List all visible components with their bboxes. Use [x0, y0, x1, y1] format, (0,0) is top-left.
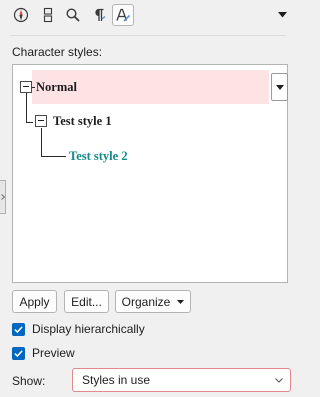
navigator-button[interactable] [10, 4, 32, 26]
display-hierarchically-checkbox[interactable] [12, 322, 25, 336]
show-label: Show: [12, 374, 46, 388]
sidebar-collapse-handle[interactable] [0, 180, 6, 214]
sidebar-toolbar [0, 0, 295, 32]
triangle-down-icon [275, 84, 284, 90]
preview-label: Preview [32, 346, 75, 360]
toolbar-divider [10, 35, 286, 36]
checkmark-icon [14, 325, 23, 333]
triangle-down-icon [277, 12, 287, 18]
styles-tree[interactable]: Normal Test style 1 Test style 2 [12, 64, 288, 283]
chevron-right-icon [0, 194, 5, 200]
tree-item-test-style-2[interactable]: Test style 2 [69, 149, 128, 164]
frame-styles-icon [43, 7, 53, 23]
tree-connector [41, 128, 42, 156]
section-label: Character styles: [12, 45, 103, 59]
apply-button[interactable]: Apply [12, 290, 57, 313]
show-filter-value: Styles in use [82, 373, 151, 387]
chevron-down-icon [275, 378, 283, 383]
paragraph-styles-icon [95, 8, 106, 21]
show-filter-select[interactable]: Styles in use [72, 368, 291, 392]
edit-button[interactable]: Edit... [64, 290, 109, 313]
tree-connector [41, 156, 66, 157]
collapse-toggle[interactable] [20, 81, 32, 93]
collapse-toggle[interactable] [35, 115, 47, 127]
tree-connector [32, 87, 35, 88]
organize-button[interactable]: Organize [115, 290, 191, 313]
character-styles-button[interactable] [112, 4, 134, 26]
checkmark-icon [14, 349, 23, 357]
frame-styles-button[interactable] [37, 4, 59, 26]
sidebar-menu-button[interactable] [275, 8, 289, 22]
style-actions-dropdown[interactable] [271, 73, 288, 101]
navigator-compass-icon [13, 7, 29, 23]
find-button[interactable] [62, 4, 84, 26]
tree-item-normal[interactable]: Normal [36, 80, 77, 95]
organize-button-label: Organize [121, 294, 171, 309]
character-styles-icon [116, 8, 131, 22]
tree-item-test-style-1[interactable]: Test style 1 [53, 114, 112, 129]
find-icon [66, 8, 80, 22]
triangle-down-icon [177, 299, 185, 304]
preview-option[interactable]: Preview [12, 345, 75, 361]
display-hierarchically-label: Display hierarchically [32, 322, 145, 336]
tree-connector [26, 122, 33, 123]
preview-checkbox[interactable] [12, 346, 25, 360]
tree-connector [26, 93, 27, 122]
display-hierarchically-option[interactable]: Display hierarchically [12, 321, 145, 337]
paragraph-styles-button[interactable] [88, 4, 110, 26]
